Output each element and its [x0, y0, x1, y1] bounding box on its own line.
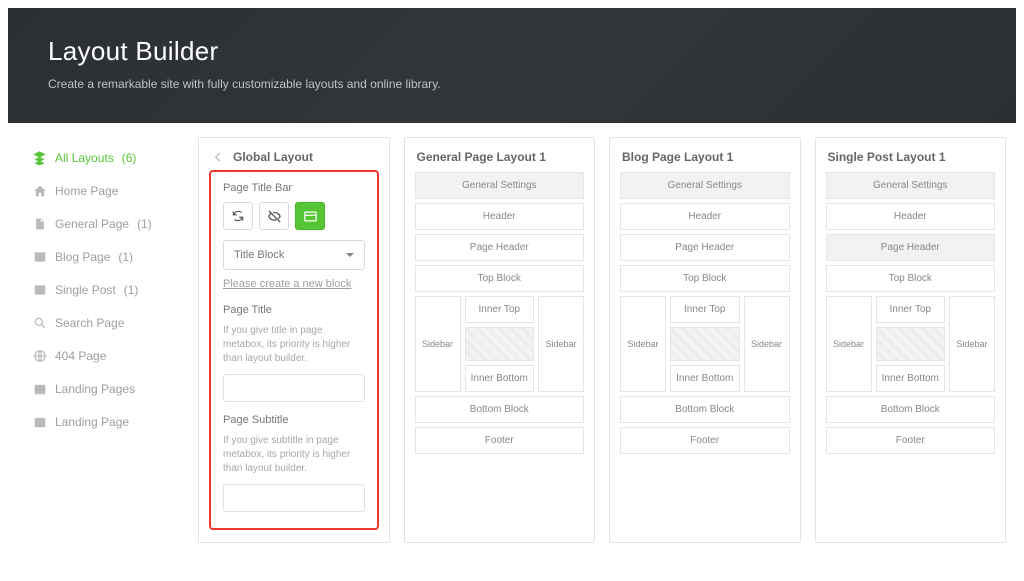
row-sidebar-left[interactable]: Sidebar [620, 296, 666, 392]
sidebar-item-home-page[interactable]: Home Page [30, 174, 188, 207]
section-label: Page Title Bar [223, 182, 365, 194]
reset-button[interactable] [223, 202, 253, 230]
row-bottom-block[interactable]: Bottom Block [415, 396, 585, 423]
sidebar-item-label: Blog Page [55, 250, 110, 264]
row-page-header[interactable]: Page Header [415, 234, 585, 261]
row-sidebar-left[interactable]: Sidebar [415, 296, 461, 392]
row-general-settings[interactable]: General Settings [415, 172, 585, 199]
row-sidebar-right[interactable]: Sidebar [744, 296, 790, 392]
sidebar-item-label: Landing Pages [55, 382, 135, 396]
sidebar-item-landing-page[interactable]: Landing Page [30, 405, 188, 438]
sidebar-item-label: Single Post [55, 283, 116, 297]
row-header[interactable]: Header [620, 203, 790, 230]
sidebar-item-label: General Page [55, 217, 129, 231]
title-block-select[interactable]: Title Block [223, 240, 365, 270]
row-inner-bottom[interactable]: Inner Bottom [670, 365, 740, 392]
row-inner-top[interactable]: Inner Top [876, 296, 946, 323]
sidebar-item-label: Landing Page [55, 415, 129, 429]
layers-icon [32, 150, 47, 165]
sidebar-item-404-page[interactable]: 404 Page [30, 339, 188, 372]
row-page-header[interactable]: Page Header [826, 234, 996, 261]
page-subtitle: Create a remarkable site with fully cust… [48, 77, 976, 91]
sidebar-item-landing-pages[interactable]: Landing Pages [30, 372, 188, 405]
sidebar-item-all-layouts[interactable]: All Layouts (6) [30, 141, 188, 174]
select-value: Title Block [234, 249, 284, 261]
row-header[interactable]: Header [415, 203, 585, 230]
card-blog-page-layout[interactable]: Blog Page Layout 1 General Settings Head… [609, 137, 801, 543]
card-single-post-layout[interactable]: Single Post Layout 1 General Settings He… [815, 137, 1007, 543]
hint-text: If you give title in page metabox, its p… [223, 324, 365, 366]
row-footer[interactable]: Footer [826, 427, 996, 454]
sidebar-item-count: (1) [137, 217, 152, 231]
sidebar-item-general-page[interactable]: General Page (1) [30, 207, 188, 240]
section-label: Page Title [223, 304, 365, 316]
row-top-block[interactable]: Top Block [826, 265, 996, 292]
row-bottom-block[interactable]: Bottom Block [620, 396, 790, 423]
globe-icon [32, 348, 47, 363]
calendar-icon [32, 414, 47, 429]
sidebar: All Layouts (6) Home Page General Page (… [18, 137, 198, 543]
row-footer[interactable]: Footer [415, 427, 585, 454]
hint-text: If you give subtitle in page metabox, it… [223, 434, 365, 476]
create-new-block-link[interactable]: Please create a new block [223, 278, 351, 290]
section-label: Page Subtitle [223, 414, 365, 426]
sidebar-item-label: Home Page [55, 184, 118, 198]
row-content[interactable] [465, 327, 535, 361]
page-subtitle-input[interactable] [223, 484, 365, 512]
page-title-input[interactable] [223, 374, 365, 402]
calendar-icon [32, 381, 47, 396]
main-area: All Layouts (6) Home Page General Page (… [8, 123, 1016, 573]
sidebar-item-count: (1) [118, 250, 133, 264]
row-content[interactable] [876, 327, 946, 361]
card-title-label: General Page Layout 1 [415, 148, 585, 172]
row-inner-top[interactable]: Inner Top [670, 296, 740, 323]
layout-button[interactable] [295, 202, 325, 230]
row-sidebar-right[interactable]: Sidebar [538, 296, 584, 392]
sidebar-item-label: Search Page [55, 316, 124, 330]
search-icon [32, 315, 47, 330]
newspaper-icon [32, 282, 47, 297]
back-arrow-icon[interactable] [211, 150, 225, 164]
home-icon [32, 183, 47, 198]
row-sidebar-left[interactable]: Sidebar [826, 296, 872, 392]
file-icon [32, 216, 47, 231]
card-title-label: Single Post Layout 1 [826, 148, 996, 172]
row-general-settings[interactable]: General Settings [620, 172, 790, 199]
card-title-label: Global Layout [233, 150, 313, 164]
row-sidebar-right[interactable]: Sidebar [949, 296, 995, 392]
sidebar-item-single-post[interactable]: Single Post (1) [30, 273, 188, 306]
row-page-header[interactable]: Page Header [620, 234, 790, 261]
row-top-block[interactable]: Top Block [620, 265, 790, 292]
sidebar-item-label: All Layouts [55, 151, 114, 165]
card-global-layout: Global Layout Page Title Bar [198, 137, 390, 543]
row-inner-top[interactable]: Inner Top [465, 296, 535, 323]
card-general-page-layout[interactable]: General Page Layout 1 General Settings H… [404, 137, 596, 543]
row-footer[interactable]: Footer [620, 427, 790, 454]
sidebar-item-count: (6) [122, 151, 137, 165]
hero-banner: Layout Builder Create a remarkable site … [8, 8, 1016, 123]
sidebar-item-count: (1) [124, 283, 139, 297]
page-title: Layout Builder [48, 36, 976, 67]
sidebar-item-blog-page[interactable]: Blog Page (1) [30, 240, 188, 273]
sidebar-item-search-page[interactable]: Search Page [30, 306, 188, 339]
card-title-label: Blog Page Layout 1 [620, 148, 790, 172]
row-general-settings[interactable]: General Settings [826, 172, 996, 199]
row-bottom-block[interactable]: Bottom Block [826, 396, 996, 423]
sidebar-item-label: 404 Page [55, 349, 106, 363]
row-header[interactable]: Header [826, 203, 996, 230]
newspaper-icon [32, 249, 47, 264]
global-settings-panel: Page Title Bar Title Block [209, 170, 379, 530]
cards-row: Global Layout Page Title Bar [198, 137, 1006, 543]
visibility-toggle-button[interactable] [259, 202, 289, 230]
row-top-block[interactable]: Top Block [415, 265, 585, 292]
row-inner-bottom[interactable]: Inner Bottom [876, 365, 946, 392]
row-content[interactable] [670, 327, 740, 361]
row-inner-bottom[interactable]: Inner Bottom [465, 365, 535, 392]
